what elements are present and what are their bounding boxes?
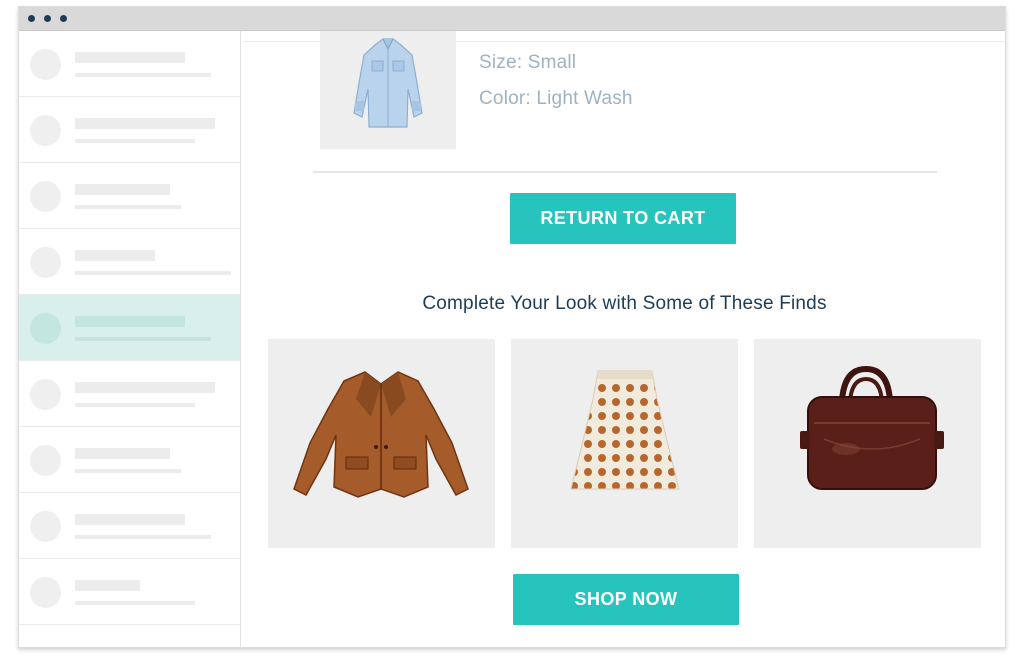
recommendations-title: Complete Your Look with Some of These Fi… (422, 293, 827, 314)
window-titlebar (19, 7, 1005, 31)
preview-placeholder (75, 469, 181, 473)
recommendation-card-jacket[interactable] (268, 339, 495, 548)
preview-placeholder (75, 139, 195, 143)
inbox-sidebar (19, 31, 241, 647)
polka-dot-skirt-icon (570, 370, 680, 490)
avatar-placeholder (30, 115, 61, 146)
window-dot-icon (60, 15, 67, 22)
inbox-item[interactable] (19, 229, 240, 295)
subject-placeholder (75, 514, 185, 525)
preview-placeholder (75, 73, 211, 77)
avatar-placeholder (30, 49, 61, 80)
preview-placeholder (75, 337, 211, 341)
size-text: Size: Small (479, 52, 577, 73)
inbox-item[interactable] (19, 31, 240, 97)
avatar-placeholder (30, 247, 61, 278)
preview-placeholder (75, 535, 211, 539)
inbox-item[interactable] (19, 163, 240, 229)
subject-placeholder (75, 250, 155, 261)
avatar-placeholder (30, 181, 61, 212)
window-dot-icon (44, 15, 51, 22)
inbox-item[interactable] (19, 97, 240, 163)
denim-shirt-icon (353, 38, 423, 128)
inbox-item[interactable] (19, 493, 240, 559)
email-window: Size: Small Color: Light Wash RETURN TO … (18, 6, 1006, 648)
inbox-item[interactable] (19, 427, 240, 493)
recommendation-card-skirt[interactable] (511, 339, 738, 548)
subject-placeholder (75, 316, 185, 327)
preview-placeholder (75, 271, 231, 275)
leather-jacket-icon (293, 371, 469, 498)
avatar-placeholder (30, 445, 61, 476)
preview-placeholder (75, 601, 195, 605)
shop-now-button[interactable]: SHOP NOW (513, 574, 739, 625)
divider (313, 171, 937, 173)
inbox-item[interactable] (19, 361, 240, 427)
avatar-placeholder (30, 511, 61, 542)
subject-placeholder (75, 52, 185, 63)
subject-placeholder (75, 184, 170, 195)
avatar-placeholder (30, 313, 61, 344)
return-to-cart-button[interactable]: RETURN TO CART (510, 193, 736, 244)
color-text: Color: Light Wash (479, 88, 633, 109)
recommendation-card-bag[interactable] (754, 339, 981, 548)
avatar-placeholder (30, 379, 61, 410)
window-dot-icon (28, 15, 35, 22)
subject-placeholder (75, 382, 215, 393)
inbox-item[interactable] (19, 559, 240, 625)
avatar-placeholder (30, 577, 61, 608)
preview-placeholder (75, 205, 181, 209)
cart-item-image[interactable] (320, 31, 456, 149)
leather-bag-icon (800, 365, 944, 490)
subject-placeholder (75, 580, 140, 591)
inbox-item-selected[interactable] (19, 295, 240, 361)
subject-placeholder (75, 118, 215, 129)
email-body: Size: Small Color: Light Wash RETURN TO … (242, 31, 1005, 647)
subject-placeholder (75, 448, 170, 459)
preview-placeholder (75, 403, 195, 407)
